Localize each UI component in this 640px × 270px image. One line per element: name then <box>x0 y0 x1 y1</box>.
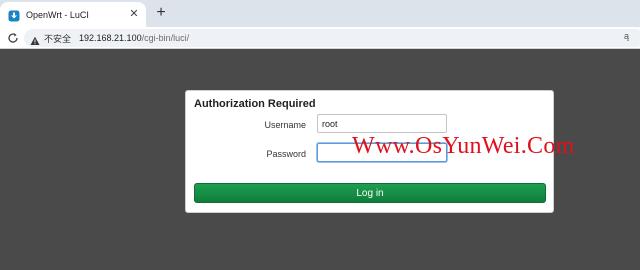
close-icon[interactable]: ✕ <box>128 9 140 21</box>
url-host: 192.168.21.100 <box>79 33 142 43</box>
openwrt-favicon-icon <box>8 9 20 21</box>
tab-title: OpenWrt - LuCI <box>26 9 89 20</box>
tab-strip: OpenWrt - LuCI ✕ + <box>0 0 640 27</box>
password-label: Password <box>266 149 306 159</box>
reload-icon[interactable] <box>5 30 21 46</box>
new-tab-button[interactable]: + <box>152 4 170 22</box>
browser-toolbar: 不安全 192.168.21.100/cgi-bin/luci/ <box>0 27 640 49</box>
security-label[interactable]: 不安全 <box>44 32 71 45</box>
address-bar-right-glyph[interactable]: ą <box>624 31 629 41</box>
page-title: Authorization Required <box>194 98 316 110</box>
address-bar[interactable]: 不安全 192.168.21.100/cgi-bin/luci/ <box>24 29 640 47</box>
url-path: /cgi-bin/luci/ <box>141 33 190 43</box>
warning-icon[interactable] <box>30 33 40 45</box>
page-content: Authorization Required Username Password… <box>0 50 640 270</box>
username-field[interactable] <box>317 114 447 133</box>
watermark: Www.OsYunWei.Com <box>352 133 575 159</box>
login-button[interactable]: Log in <box>194 183 546 203</box>
username-label: Username <box>264 120 306 130</box>
tab-openwrt-luci[interactable]: OpenWrt - LuCI ✕ <box>0 2 146 27</box>
